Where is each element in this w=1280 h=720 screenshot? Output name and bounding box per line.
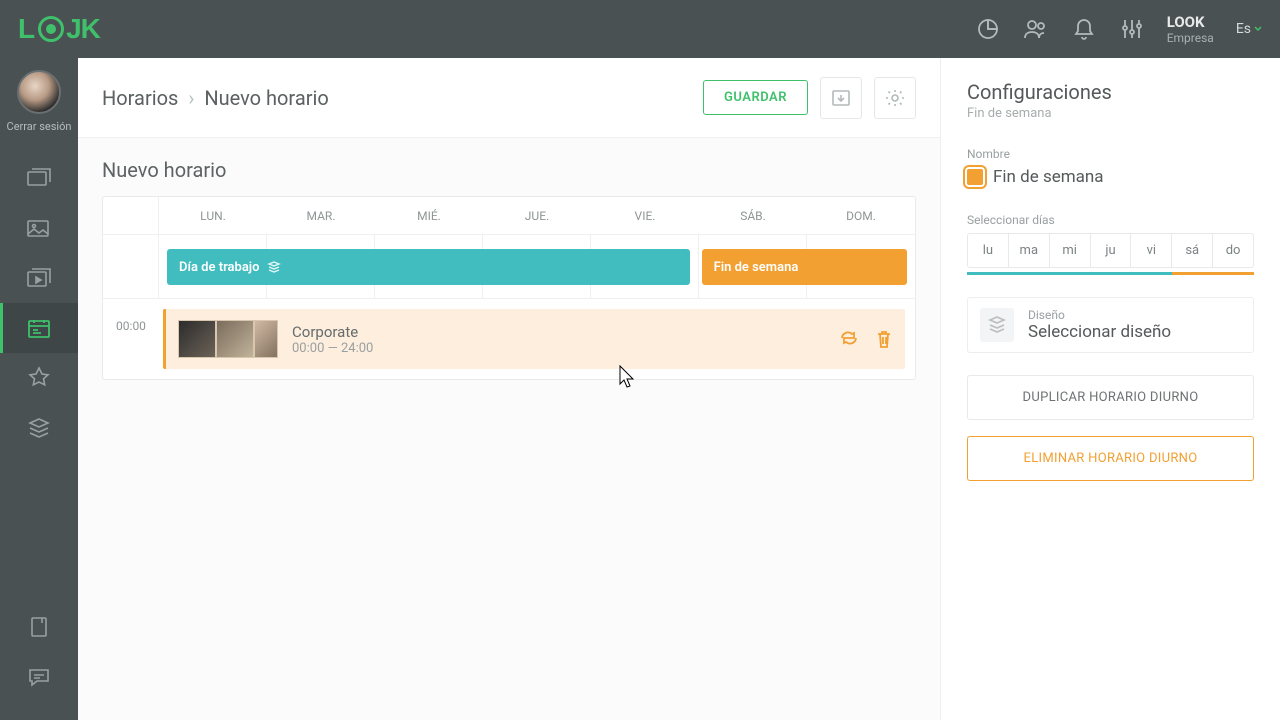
color-swatch[interactable] (967, 169, 983, 185)
name-value: Fin de semana (993, 167, 1104, 187)
weekend-block[interactable]: Fin de semana (702, 249, 907, 285)
brand-block[interactable]: LOOK Empresa (1167, 13, 1214, 45)
day-underline (967, 272, 1254, 275)
page-header: Horarios › Nuevo horario GUARDAR (78, 58, 940, 138)
import-icon[interactable] (820, 77, 862, 119)
nav-chat-icon[interactable] (0, 652, 78, 702)
nav-docs-icon[interactable] (0, 602, 78, 652)
day-header: DOM. (807, 197, 915, 234)
name-label: Nombre (967, 147, 1254, 161)
day-header-row: LUN. MAR. MIÉ. JUE. VIE. SÁB. DOM. (103, 197, 915, 235)
day-toggle[interactable]: sá (1172, 234, 1213, 267)
left-nav: Cerrar sesión (0, 58, 78, 720)
time-mark: 00:00 (103, 299, 159, 379)
app-logo[interactable]: LJK (18, 13, 100, 45)
day-header: JUE. (483, 197, 591, 234)
bell-icon[interactable] (1071, 16, 1097, 42)
nav-schedules-icon[interactable] (0, 303, 78, 353)
topbar: LJK LOOK Empresa Es (0, 0, 1280, 58)
design-selector[interactable]: Diseño Seleccionar diseño (967, 297, 1254, 353)
brand-name: LOOK (1167, 13, 1214, 31)
day-header: MIÉ. (375, 197, 483, 234)
workday-label: Día de trabajo (179, 260, 259, 275)
day-header: MAR. (267, 197, 375, 234)
weekend-label: Fin de semana (714, 260, 799, 275)
repeat-icon[interactable] (839, 329, 859, 349)
nav-screens-icon[interactable] (0, 153, 78, 203)
day-toggle[interactable]: lu (968, 234, 1009, 267)
layers-icon (980, 308, 1014, 342)
users-icon[interactable] (1023, 16, 1049, 42)
nav-apps-icon[interactable] (0, 353, 78, 403)
slot-time: 00:00 — 24:00 (292, 341, 373, 356)
week-calendar: LUN. MAR. MIÉ. JUE. VIE. SÁB. DOM. Día d… (102, 196, 916, 380)
day-toggle[interactable]: vi (1131, 234, 1172, 267)
crumb-current: Nuevo horario (204, 86, 328, 110)
day-toggle[interactable]: do (1213, 234, 1253, 267)
duplicate-button[interactable]: DUPLICAR HORARIO DIURNO (967, 375, 1254, 420)
slot-area: 00:00 Corporate 00:00 — 24:00 (103, 299, 915, 379)
day-header: VIE. (591, 197, 699, 234)
design-value: Seleccionar diseño (1028, 322, 1171, 342)
layers-icon (267, 260, 281, 274)
playlist-slot[interactable]: Corporate 00:00 — 24:00 (163, 309, 905, 369)
schedule-block-row: Día de trabajo Fin de semana (159, 235, 915, 299)
name-field[interactable]: Fin de semana (967, 167, 1254, 187)
day-toggle[interactable]: ju (1091, 234, 1132, 267)
nav-layers-icon[interactable] (0, 403, 78, 453)
settings-sliders-icon[interactable] (1119, 16, 1145, 42)
trash-icon[interactable] (875, 329, 893, 349)
config-title: Configuraciones (967, 80, 1254, 104)
design-label: Diseño (1028, 308, 1171, 322)
nav-playlists-icon[interactable] (0, 253, 78, 303)
main-area: Horarios › Nuevo horario GUARDAR Nuevo h… (78, 58, 940, 720)
delete-button[interactable]: ELIMINAR HORARIO DIURNO (967, 436, 1254, 481)
language-label: Es (1236, 21, 1251, 37)
workday-block[interactable]: Día de trabajo (167, 249, 690, 285)
analytics-icon[interactable] (975, 16, 1001, 42)
crumb-root[interactable]: Horarios (102, 86, 178, 110)
chevron-right-icon: › (188, 86, 194, 110)
day-selector: lu ma mi ju vi sá do (967, 233, 1254, 268)
brand-sub: Empresa (1167, 31, 1214, 45)
slot-thumbnails (178, 320, 278, 358)
user-avatar[interactable] (17, 70, 61, 114)
day-header: LUN. (159, 197, 267, 234)
language-selector[interactable]: Es (1236, 21, 1262, 37)
select-days-label: Seleccionar días (967, 213, 1254, 227)
day-toggle[interactable]: ma (1009, 234, 1050, 267)
breadcrumb: Horarios › Nuevo horario (102, 86, 329, 110)
section-title: Nuevo horario (102, 158, 916, 182)
nav-media-icon[interactable] (0, 203, 78, 253)
day-header: SÁB. (699, 197, 807, 234)
config-panel: Configuraciones Fin de semana Nombre Fin… (940, 58, 1280, 720)
save-button[interactable]: GUARDAR (703, 80, 808, 115)
slot-title: Corporate (292, 323, 373, 341)
day-toggle[interactable]: mi (1050, 234, 1091, 267)
config-subtitle: Fin de semana (967, 106, 1254, 121)
logout-link[interactable]: Cerrar sesión (7, 120, 72, 133)
gear-icon[interactable] (874, 77, 916, 119)
